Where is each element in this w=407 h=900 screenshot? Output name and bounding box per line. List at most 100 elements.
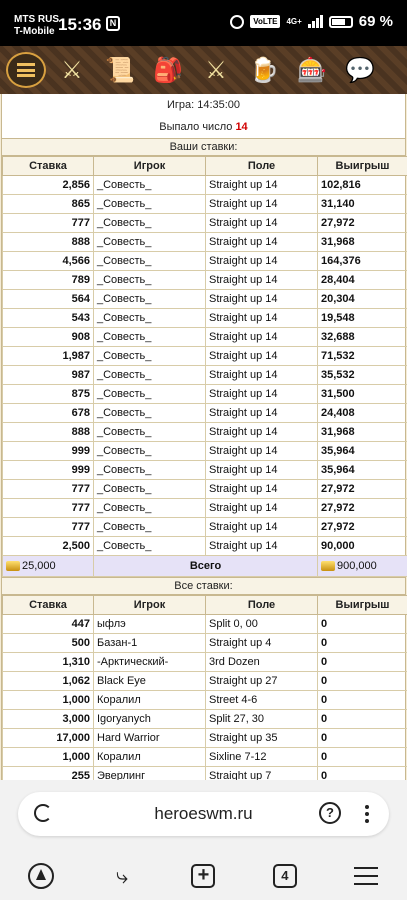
bet-cell: 2,500 xyxy=(2,536,94,556)
win-cell: 0 xyxy=(317,766,407,780)
player-cell[interactable]: Hard Warrior xyxy=(93,728,206,748)
player-cell[interactable]: _Совесть_ xyxy=(93,289,206,309)
player-cell[interactable]: _Совесть_ xyxy=(93,460,206,480)
bet-cell: 1,000 xyxy=(2,690,94,710)
field-cell: Straight up 27 xyxy=(205,671,318,691)
player-cell[interactable]: Коралил xyxy=(93,747,206,767)
player-cell[interactable]: _Совесть_ xyxy=(93,251,206,271)
table-row: 987 _Совесть_ Straight up 14 35,532 xyxy=(2,365,407,385)
field-cell: Straight up 14 xyxy=(205,213,318,233)
win-cell: 28,404 xyxy=(317,270,407,290)
battery-icon xyxy=(328,15,353,28)
table-row: 1,987 _Совесть_ Straight up 14 71,532 xyxy=(2,346,407,366)
field-cell: 3rd Dozen xyxy=(205,652,318,672)
gold-icon xyxy=(6,561,20,572)
player-cell[interactable]: _Совесть_ xyxy=(93,536,206,556)
player-cell[interactable]: _Совесть_ xyxy=(93,232,206,252)
roulette-icon[interactable]: 🎰 xyxy=(290,50,334,90)
bet-cell: 777 xyxy=(2,479,94,499)
field-cell: Straight up 14 xyxy=(205,308,318,328)
player-cell[interactable]: Black Eye xyxy=(93,671,206,691)
table-row: 875 _Совесть_ Straight up 14 31,500 xyxy=(2,384,407,404)
bet-cell: 3,000 xyxy=(2,709,94,729)
browser-toolbar: ⤷ + 4 xyxy=(0,852,407,900)
alice-assistant-button[interactable] xyxy=(21,856,61,896)
field-cell: Straight up 14 xyxy=(205,403,318,423)
field-cell: Straight up 14 xyxy=(205,365,318,385)
table-row: 564 _Совесть_ Straight up 14 20,304 xyxy=(2,289,407,309)
tab-count: 4 xyxy=(272,864,297,888)
carrier-1: MTS RUS xyxy=(14,14,59,25)
win-cell: 20,304 xyxy=(317,289,407,309)
player-cell[interactable]: -Арктический- xyxy=(93,652,206,672)
win-cell: 31,968 xyxy=(317,422,407,442)
all-bets-title: Все ставки: xyxy=(2,577,405,595)
win-cell: 0 xyxy=(317,747,407,767)
new-tab-button[interactable]: + xyxy=(183,856,223,896)
player-cell[interactable]: _Совесть_ xyxy=(93,422,206,442)
player-cell[interactable]: _Совесть_ xyxy=(93,308,206,328)
field-cell: Straight up 4 xyxy=(205,633,318,653)
win-cell: 0 xyxy=(317,671,407,691)
player-cell[interactable]: _Совесть_ xyxy=(93,479,206,499)
player-cell[interactable]: _Совесть_ xyxy=(93,441,206,461)
knight-helmet-icon[interactable]: ⚔ xyxy=(50,50,94,90)
field-cell: Straight up 14 xyxy=(205,536,318,556)
nfc-icon: N xyxy=(106,16,120,31)
field-cell: Straight up 7 xyxy=(205,766,318,780)
player-cell[interactable]: ыфлэ xyxy=(93,614,206,634)
table-row: 678 _Совесть_ Straight up 14 24,408 xyxy=(2,403,407,423)
table-header: Ставка Игрок Поле Выигрыш xyxy=(2,156,407,176)
win-cell: 0 xyxy=(317,690,407,710)
player-cell[interactable]: _Совесть_ xyxy=(93,498,206,518)
battle-swords-icon[interactable]: ⚔ xyxy=(194,50,238,90)
player-cell[interactable]: Базан-1 xyxy=(93,633,206,653)
player-cell[interactable]: _Совесть_ xyxy=(93,175,206,195)
win-cell: 0 xyxy=(317,633,407,653)
player-cell[interactable]: _Совесть_ xyxy=(93,213,206,233)
page-content: Игра: 14:35:00 Выпало число 14 Ваши став… xyxy=(0,94,407,780)
more-options-icon[interactable] xyxy=(365,805,369,823)
browser-menu-button[interactable] xyxy=(346,856,386,896)
field-cell: Straight up 14 xyxy=(205,517,318,537)
win-cell: 0 xyxy=(317,614,407,634)
player-cell[interactable]: Коралил xyxy=(93,690,206,710)
player-cell[interactable]: _Совесть_ xyxy=(93,403,206,423)
table-row: 17,000 Hard Warrior Straight up 35 0 xyxy=(2,728,407,748)
map-scroll-icon[interactable]: 📜 xyxy=(98,50,142,90)
your-bets-table: Ставка Игрок Поле Выигрыш 2,856 _Совесть_… xyxy=(2,156,407,577)
assistant-icon[interactable]: ? xyxy=(319,802,341,824)
field-cell: Straight up 14 xyxy=(205,289,318,309)
player-cell[interactable]: _Совесть_ xyxy=(93,346,206,366)
alice-icon xyxy=(27,863,54,889)
backpack-icon[interactable]: 🎒 xyxy=(146,50,190,90)
table-row: 1,310 -Арктический- 3rd Dozen 0 xyxy=(2,652,407,672)
bet-cell: 1,310 xyxy=(2,652,94,672)
player-cell[interactable]: _Совесть_ xyxy=(93,270,206,290)
menu-icon[interactable] xyxy=(6,52,46,88)
bet-cell: 1,062 xyxy=(2,671,94,691)
win-cell: 19,548 xyxy=(317,308,407,328)
carrier-2: T-Mobile xyxy=(14,26,55,37)
win-cell: 27,972 xyxy=(317,213,407,233)
url-field[interactable]: heroeswm.ru ? xyxy=(18,792,389,836)
win-cell: 35,964 xyxy=(317,441,407,461)
win-cell: 0 xyxy=(317,652,407,672)
plus-icon: + xyxy=(191,864,216,888)
share-icon[interactable]: ⤷ xyxy=(102,856,142,896)
field-cell: Straight up 14 xyxy=(205,270,318,290)
player-cell[interactable]: _Совесть_ xyxy=(93,327,206,347)
tabs-button[interactable]: 4 xyxy=(265,856,305,896)
player-cell[interactable]: _Совесть_ xyxy=(93,194,206,214)
total-row: 25,000 Всего 900,000 xyxy=(2,555,407,577)
field-cell: Straight up 14 xyxy=(205,232,318,252)
player-cell[interactable]: _Совесть_ xyxy=(93,517,206,537)
player-cell[interactable]: _Совесть_ xyxy=(93,384,206,404)
player-cell[interactable]: Igoryanych xyxy=(93,709,206,729)
tavern-icon[interactable]: 🍺 xyxy=(242,50,286,90)
win-cell: 31,500 xyxy=(317,384,407,404)
chat-icon[interactable]: 💬 xyxy=(338,50,382,90)
player-cell[interactable]: _Совесть_ xyxy=(93,365,206,385)
hamburger-icon xyxy=(354,867,379,885)
player-cell[interactable]: Эверлинг xyxy=(93,766,206,780)
